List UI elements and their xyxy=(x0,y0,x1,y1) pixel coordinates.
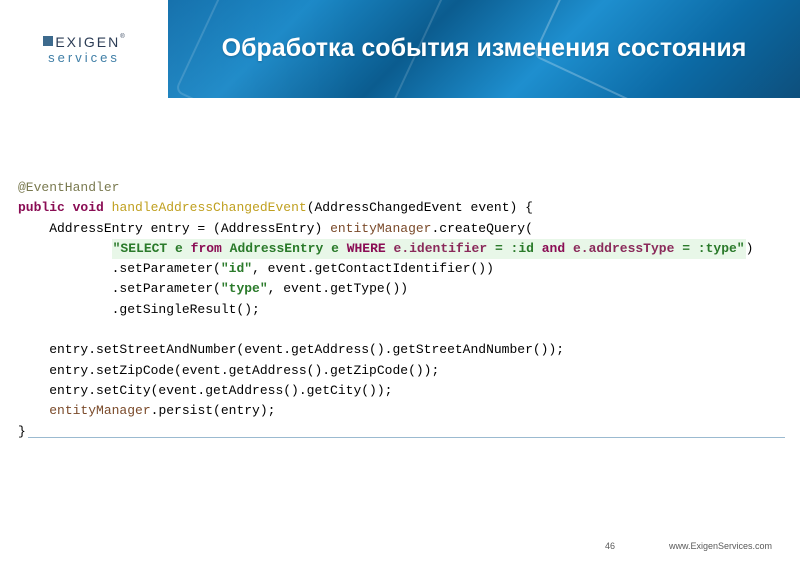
code-text: .getSingleResult(); xyxy=(18,302,260,317)
footer-url: www.ExigenServices.com xyxy=(669,541,772,551)
logo-square-icon xyxy=(43,36,53,46)
code-string-kw: and xyxy=(542,241,565,256)
code-text: , event.getType()) xyxy=(268,281,408,296)
logo-line-1: EXIGEN® xyxy=(43,34,124,50)
code-text: .createQuery( xyxy=(431,221,532,236)
code-object: entityManager xyxy=(330,221,431,236)
code-string: "id" xyxy=(221,261,252,276)
code-annotation: @EventHandler xyxy=(18,180,119,195)
code-object: entityManager xyxy=(49,403,150,418)
code-text: entry.setZipCode(event.getAddress().getZ… xyxy=(18,363,439,378)
slide-header: EXIGEN® services Обработка события измен… xyxy=(0,0,800,98)
code-string: e xyxy=(167,241,190,256)
code-text: entry.setCity(event.getAddress().getCity… xyxy=(18,383,392,398)
title-banner: Обработка события изменения состояния xyxy=(168,0,800,98)
code-underline xyxy=(28,437,785,438)
code-text: AddressEntry entry = (AddressEntry) xyxy=(18,221,330,236)
code-text: ) xyxy=(746,241,754,256)
code-string xyxy=(386,241,394,256)
code-string-id: e.identifier xyxy=(394,241,488,256)
code-block: @EventHandler public void handleAddressC… xyxy=(18,178,782,442)
code-string: "type" xyxy=(221,281,268,296)
code-text: .setParameter( xyxy=(18,281,221,296)
code-string-kw: WHERE xyxy=(347,241,386,256)
code-string-id: e.addressType xyxy=(573,241,674,256)
code-method-name: handleAddressChangedEvent xyxy=(112,200,307,215)
code-indent xyxy=(18,241,112,256)
code-jpql-string: "SELECT e from AddressEntry e WHERE e.id… xyxy=(112,239,746,259)
logo-text-sub: services xyxy=(43,51,124,64)
code-text: .persist(entry); xyxy=(151,403,276,418)
code-string: = :id xyxy=(487,241,542,256)
code-text: entry.setStreetAndNumber(event.getAddres… xyxy=(18,342,564,357)
code-string: = :type" xyxy=(674,241,744,256)
code-indent xyxy=(18,403,49,418)
code-string-kw: "SELECT xyxy=(113,241,168,256)
code-string xyxy=(565,241,573,256)
code-blank-line xyxy=(18,322,26,337)
code-string-kw: from xyxy=(191,241,222,256)
logo-area: EXIGEN® services xyxy=(0,0,168,98)
page-number: 46 xyxy=(605,541,615,551)
slide-title: Обработка события изменения состояния xyxy=(168,34,800,63)
code-string: AddressEntry e xyxy=(222,241,347,256)
code-text: (AddressChangedEvent event) { xyxy=(307,200,533,215)
logo: EXIGEN® services xyxy=(43,34,124,64)
code-text: } xyxy=(18,424,26,439)
code-text: .setParameter( xyxy=(18,261,221,276)
logo-text-main: EXIGEN xyxy=(55,34,120,50)
registered-icon: ® xyxy=(120,34,124,40)
code-text: , event.getContactIdentifier()) xyxy=(252,261,494,276)
code-keyword: public void xyxy=(18,200,104,215)
